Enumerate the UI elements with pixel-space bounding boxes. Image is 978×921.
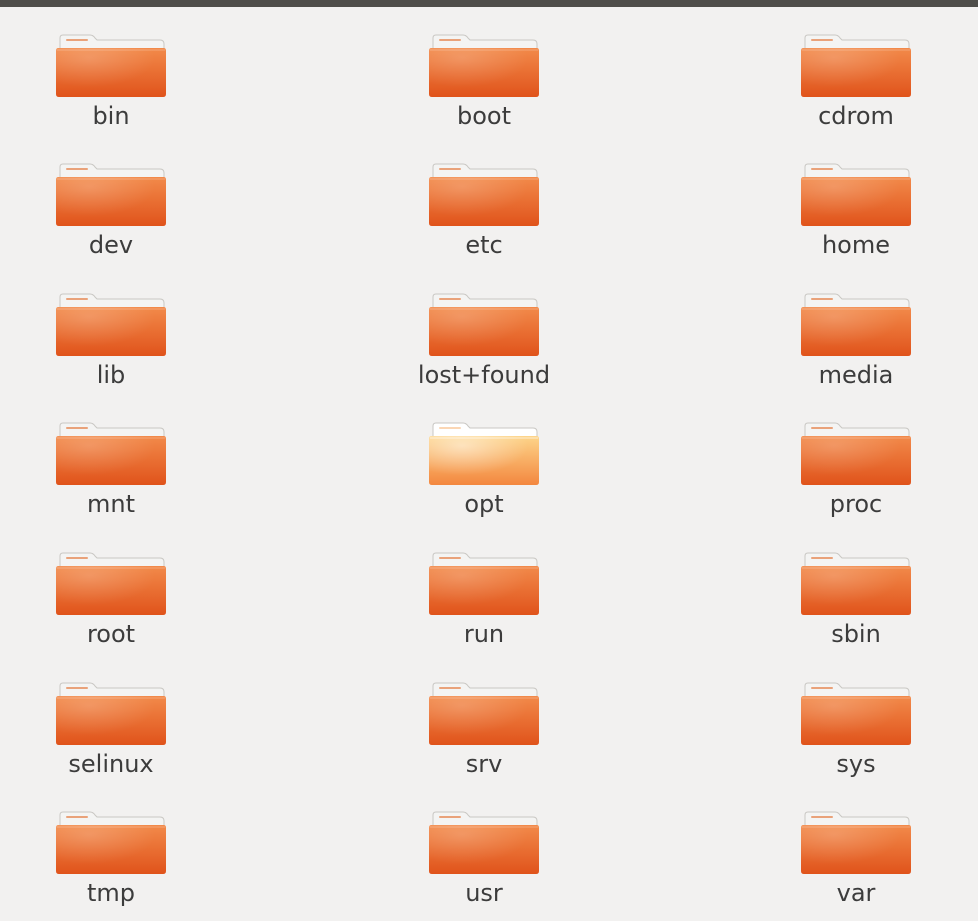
folder-label: dev: [88, 231, 134, 259]
folder-label: etc: [465, 231, 503, 259]
folder-item-sys[interactable]: sys: [766, 682, 946, 792]
folder-icon: [56, 34, 166, 98]
folder-icon: [429, 811, 539, 875]
folder-icon: [429, 682, 539, 746]
folder-icon: [56, 811, 166, 875]
folder-item-dev[interactable]: dev: [21, 163, 201, 273]
folder-label: root: [86, 620, 136, 648]
folder-icon: [56, 293, 166, 357]
folder-icon: [801, 552, 911, 616]
folder-label: var: [836, 879, 876, 907]
folder-item-media[interactable]: media: [766, 293, 946, 403]
folder-label: lost+found: [417, 361, 551, 389]
folder-label: mnt: [87, 490, 135, 518]
folder-item-sbin[interactable]: sbin: [766, 552, 946, 662]
folder-item-srv[interactable]: srv: [394, 682, 574, 792]
folder-item-boot[interactable]: boot: [394, 34, 574, 144]
folder-item-etc[interactable]: etc: [394, 163, 574, 273]
folder-label: home: [821, 231, 891, 259]
folder-icon: [801, 163, 911, 227]
folder-icon: [801, 811, 911, 875]
folder-item-lost-found[interactable]: lost+found: [394, 293, 574, 403]
folder-icon: [429, 34, 539, 98]
folder-item-run[interactable]: run: [394, 552, 574, 662]
folder-icon: [801, 34, 911, 98]
folder-icon: [429, 422, 539, 486]
folder-icon: [56, 422, 166, 486]
folder-label: boot: [456, 102, 511, 130]
folder-item-mnt[interactable]: mnt: [21, 422, 201, 532]
folder-label: selinux: [68, 750, 154, 778]
folder-icon: [56, 552, 166, 616]
folder-item-bin[interactable]: bin: [21, 34, 201, 144]
folder-label: lib: [96, 361, 126, 389]
folder-icon: [56, 163, 166, 227]
folder-item-cdrom[interactable]: cdrom: [766, 34, 946, 144]
folder-label: opt: [464, 490, 504, 518]
folder-icon: [429, 293, 539, 357]
folder-label: tmp: [86, 879, 136, 907]
folder-item-lib[interactable]: lib: [21, 293, 201, 403]
folder-item-root[interactable]: root: [21, 552, 201, 662]
folder-label: sbin: [831, 620, 881, 648]
folder-icon: [429, 163, 539, 227]
folder-icon: [801, 422, 911, 486]
folder-label: usr: [465, 879, 503, 907]
folder-item-opt[interactable]: opt: [394, 422, 574, 532]
folder-item-proc[interactable]: proc: [766, 422, 946, 532]
folder-icon: [801, 293, 911, 357]
folder-label: media: [818, 361, 894, 389]
folder-label: srv: [465, 750, 503, 778]
folder-label: cdrom: [818, 102, 894, 130]
folder-item-home[interactable]: home: [766, 163, 946, 273]
folder-label: bin: [92, 102, 130, 130]
folder-label: sys: [836, 750, 876, 778]
file-icon-grid: bin boot cdrom dev etc home lib lost+fou…: [0, 0, 978, 907]
folder-icon: [801, 682, 911, 746]
folder-label: proc: [829, 490, 883, 518]
folder-icon: [429, 552, 539, 616]
folder-label: run: [463, 620, 505, 648]
folder-icon: [56, 682, 166, 746]
folder-item-selinux[interactable]: selinux: [21, 682, 201, 792]
